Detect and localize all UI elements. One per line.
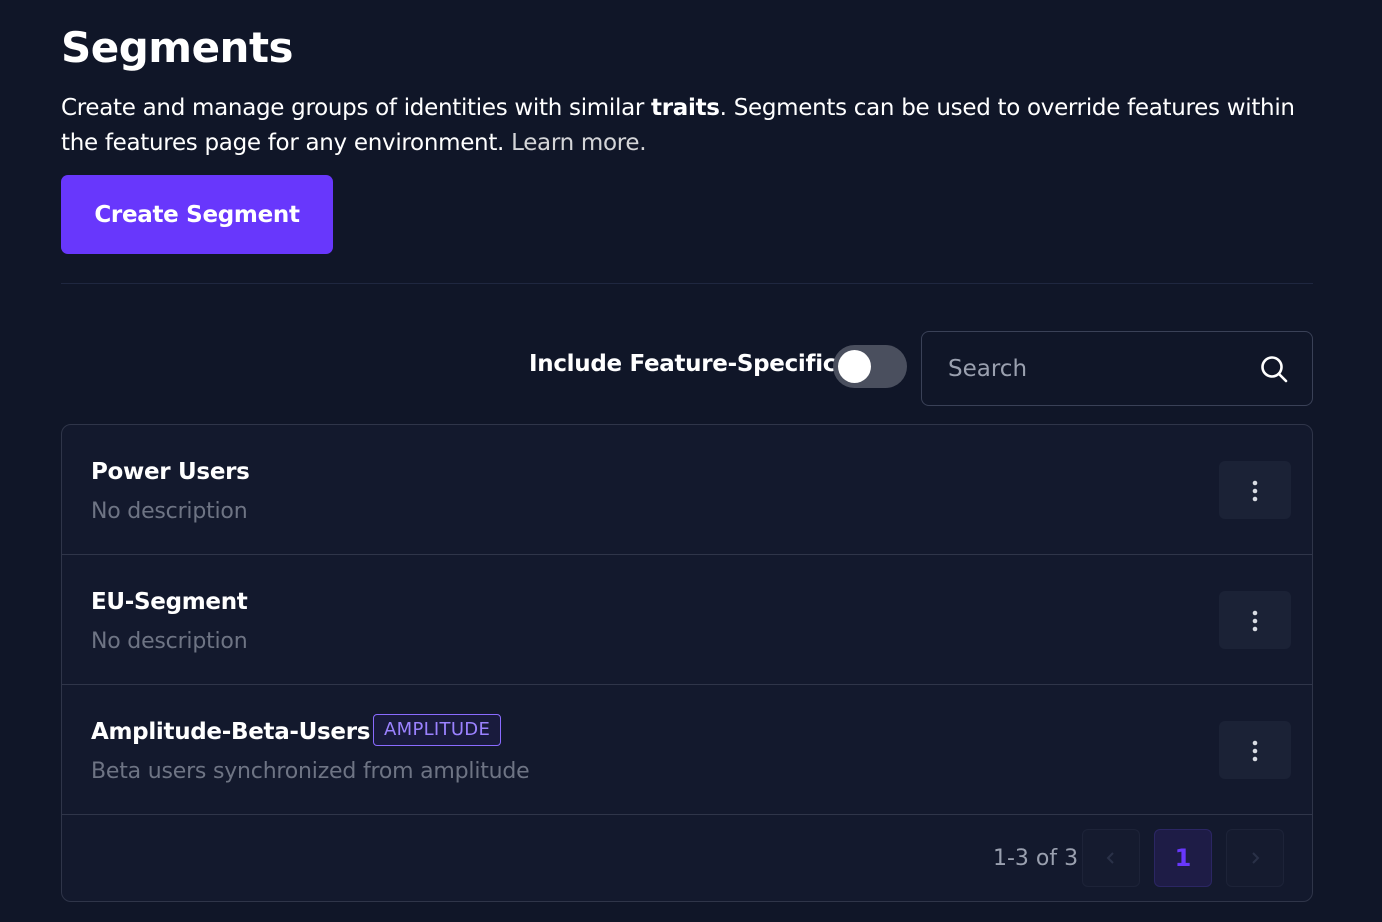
traits-link[interactable]: traits: [651, 95, 720, 121]
pagination-range: 1-3 of 3: [993, 846, 1079, 871]
segment-name: Amplitude-Beta-Users: [91, 719, 371, 745]
page-title: Segments: [61, 23, 294, 72]
more-options-button[interactable]: [1219, 721, 1291, 779]
segment-name: EU-Segment: [91, 589, 248, 615]
page-number-button[interactable]: 1: [1154, 829, 1212, 887]
previous-page-button[interactable]: [1082, 829, 1140, 887]
list-item[interactable]: Amplitude-Beta-Users Beta users synchron…: [62, 685, 1312, 815]
more-options-button[interactable]: [1219, 591, 1291, 649]
segment-name: Power Users: [91, 459, 250, 485]
search-box: [921, 331, 1313, 406]
segment-description: No description: [91, 629, 248, 654]
description-text: Create and manage groups of identities w…: [61, 95, 652, 121]
segment-description: Beta users synchronized from amplitude: [91, 759, 530, 784]
divider: [61, 283, 1313, 284]
chevron-right-icon: [1252, 852, 1260, 864]
segments-page: Segments Create and manage groups of ide…: [0, 0, 1382, 922]
more-vertical-icon: [1252, 610, 1258, 632]
more-options-button[interactable]: [1219, 461, 1291, 519]
search-icon[interactable]: [1259, 354, 1289, 384]
pagination: 1-3 of 3 1: [62, 815, 1312, 901]
more-vertical-icon: [1252, 740, 1258, 762]
list-item[interactable]: Power Users No description: [62, 425, 1312, 555]
toggle-knob: [838, 350, 871, 383]
page-description: Create and manage groups of identities w…: [61, 91, 1321, 161]
search-input[interactable]: [948, 352, 1248, 386]
list-item[interactable]: EU-Segment No description: [62, 555, 1312, 685]
amplitude-tag: AMPLITUDE: [373, 714, 502, 746]
segments-list: Power Users No description EU-Segment No…: [61, 424, 1313, 902]
include-feature-specific-toggle[interactable]: [833, 345, 907, 388]
learn-more-link[interactable]: Learn more.: [511, 130, 646, 156]
more-vertical-icon: [1252, 480, 1258, 502]
next-page-button[interactable]: [1226, 829, 1284, 887]
segment-description: No description: [91, 499, 248, 524]
include-feature-specific-label: Include Feature-Specific: [529, 351, 837, 377]
create-segment-button[interactable]: Create Segment: [61, 175, 333, 254]
chevron-left-icon: [1106, 852, 1114, 864]
